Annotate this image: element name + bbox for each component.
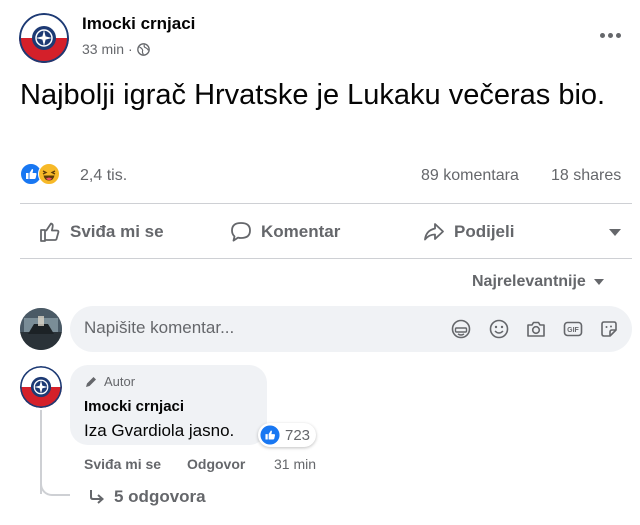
thread-connector [40, 478, 70, 496]
camera-icon[interactable] [525, 318, 547, 340]
comment-author-avatar[interactable] [20, 366, 62, 408]
comments-count[interactable]: 89 komentara [421, 167, 519, 185]
like-button-label: Sviđa mi se [70, 222, 164, 241]
author-badge-label: Autor [104, 374, 136, 389]
page-logo-icon [19, 13, 69, 63]
divider-top [20, 203, 632, 204]
reaction-icons[interactable] [20, 163, 60, 185]
comment-sort[interactable]: Najrelevantnije [472, 273, 604, 291]
haha-reaction-icon [38, 163, 60, 185]
comment-like-button[interactable]: Sviđa mi se [84, 456, 161, 472]
post-text: Najbolji igrač Hrvatske je Lukaku večera… [20, 79, 606, 111]
sticker-icon[interactable] [598, 318, 620, 340]
comment-composer[interactable]: GIF [70, 306, 632, 352]
more-icon[interactable] [593, 25, 627, 45]
share-icon [424, 223, 444, 241]
globe-icon [136, 42, 150, 56]
gif-icon[interactable]: GIF [562, 318, 584, 340]
comment-button-label: Komentar [261, 222, 341, 241]
emoji-icon[interactable] [488, 318, 510, 340]
page-name[interactable]: Imocki crnjaci [82, 14, 195, 34]
view-replies-button[interactable]: 5 odgovora [88, 487, 206, 507]
comment-text: Iza Gvardiola jasno. [84, 421, 235, 440]
comment-reply-button[interactable]: Odgovor [187, 456, 245, 472]
page-logo-icon [20, 366, 62, 408]
avatar-icon [20, 308, 62, 350]
sort-label: Najrelevantnije [472, 273, 586, 290]
replies-label: 5 odgovora [114, 487, 206, 506]
comment-icon [231, 222, 251, 242]
like-button[interactable]: Sviđa mi se [38, 218, 164, 246]
comment-time[interactable]: 31 min [274, 456, 316, 472]
user-avatar[interactable] [20, 308, 62, 350]
comment-author[interactable]: Imocki crnjaci [84, 398, 184, 415]
like-reaction-icon [260, 425, 280, 445]
post-time[interactable]: 33 min [82, 41, 124, 57]
reply-arrow-icon [90, 490, 105, 504]
page-avatar[interactable] [19, 13, 69, 63]
shares-count[interactable]: 18 shares [551, 167, 621, 185]
meta-separator: · [128, 41, 133, 57]
thumbs-up-icon [40, 222, 60, 242]
share-dropdown[interactable] [609, 229, 621, 236]
comment-reaction-number: 723 [285, 426, 311, 444]
gif-label: GIF [567, 327, 579, 334]
sticker-face-icon[interactable] [450, 318, 472, 340]
dropdown-caret-icon [593, 279, 604, 285]
comment-reaction-count[interactable]: 723 [258, 423, 317, 447]
dropdown-caret-icon [609, 229, 621, 236]
divider-bottom [20, 258, 632, 259]
comment-input[interactable] [84, 318, 414, 338]
pencil-icon [86, 376, 96, 387]
author-badge: Autor [84, 374, 135, 389]
post-meta: 33 min · [82, 41, 150, 57]
share-button-label: Podijeli [454, 222, 515, 241]
reaction-count[interactable]: 2,4 tis. [80, 167, 127, 185]
share-button[interactable]: Podijeli [422, 218, 514, 246]
comment-button[interactable]: Komentar [229, 218, 340, 246]
